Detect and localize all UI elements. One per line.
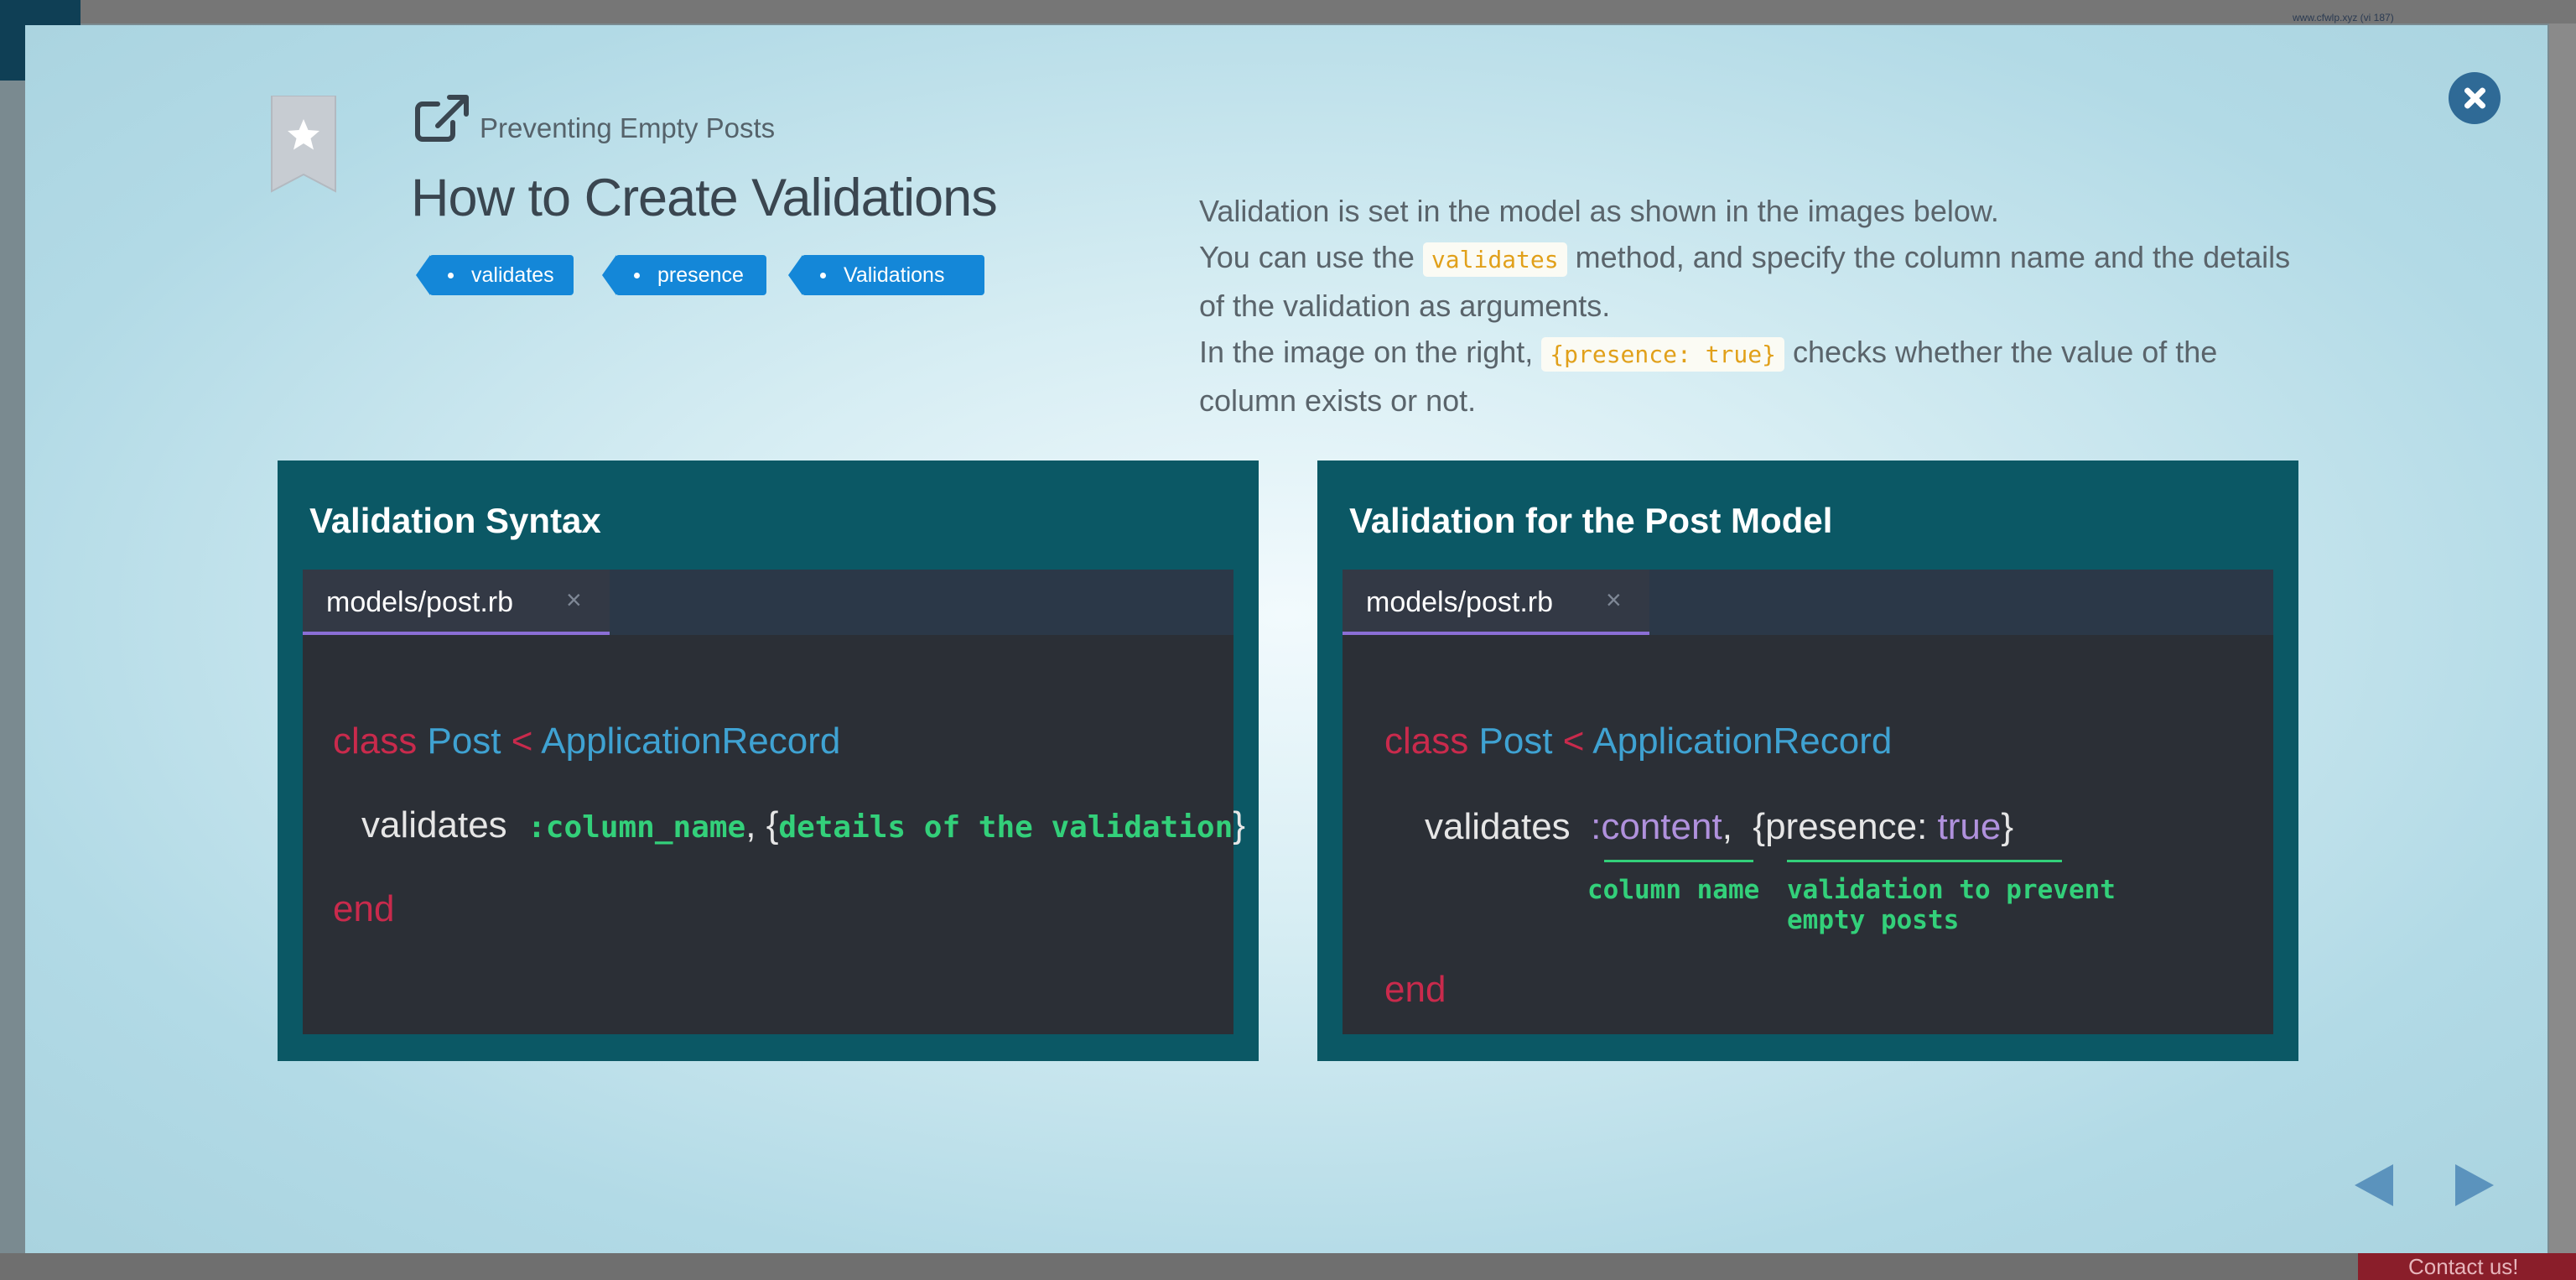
- code-line-end: end: [1384, 969, 1446, 1011]
- code-brace: {: [766, 804, 779, 846]
- code-parent-class: ApplicationRecord: [541, 721, 841, 762]
- code-arg-details: details of the validation: [778, 810, 1233, 845]
- note-validation-line-1: validation to prevent: [1787, 875, 2116, 905]
- code-brace: }: [1233, 804, 1245, 846]
- code-editor: models/post.rb × class Post < Applicatio…: [303, 570, 1245, 1034]
- code-line-validates: validates :column_name, {details of the …: [361, 804, 1245, 846]
- code-class-name: Post: [1478, 721, 1553, 762]
- code-comma: ,: [745, 804, 756, 846]
- code-line-class: class Post < ApplicationRecord: [1384, 721, 1892, 762]
- code-line-end: end: [333, 888, 394, 930]
- panel-title: Validation for the Post Model: [1349, 501, 1833, 540]
- code-line-class: class Post < ApplicationRecord: [333, 721, 840, 762]
- slide-title: How to Create Validations: [411, 169, 998, 227]
- bookmark-star-icon[interactable]: [268, 96, 339, 193]
- close-icon[interactable]: [2449, 72, 2501, 124]
- inline-code-presence-true: {presence: true}: [1541, 337, 1784, 372]
- description-text: You can use the: [1199, 240, 1423, 274]
- code-hash-close: }: [2001, 806, 2014, 847]
- panel-title: Validation Syntax: [309, 501, 601, 540]
- editor-tabbar: models/post.rb ×: [1343, 570, 2273, 635]
- panel-validation-syntax: Validation Syntax models/post.rb × class…: [278, 460, 1259, 1061]
- inline-code-validates: validates: [1422, 242, 1567, 277]
- underline-column-name: [1604, 860, 1753, 862]
- code-keyword: end: [333, 888, 395, 929]
- code-hash-open: {presence:: [1753, 806, 1938, 847]
- description-line-3: In the image on the right, {presence: tr…: [1199, 329, 2323, 424]
- description-line-2: You can use the validates method, and sp…: [1199, 234, 2323, 329]
- tab-close-icon: ×: [1606, 585, 1622, 615]
- contact-us-button[interactable]: Contact us!: [2358, 1253, 2576, 1280]
- code-keyword: end: [1384, 969, 1446, 1010]
- editor-tab: models/post.rb ×: [303, 570, 610, 635]
- code-line-validates: validates :content, {presence: true}: [1425, 806, 2013, 848]
- description-line-1: Validation is set in the model as shown …: [1199, 194, 1999, 228]
- code-symbol-content: :content: [1591, 806, 1722, 847]
- description-text: In the image on the right,: [1199, 335, 1542, 369]
- tab-close-icon: ×: [566, 585, 582, 615]
- code-keyword: class: [333, 721, 418, 762]
- background-footer: Contact us!: [0, 1253, 2576, 1280]
- triangle-right-icon[interactable]: [2454, 1163, 2496, 1208]
- code-class-name: Post: [427, 721, 501, 762]
- code-value-true: true: [1937, 806, 2002, 847]
- slide-modal: Preventing Empty Posts How to Create Val…: [25, 25, 2547, 1253]
- code-editor: models/post.rb × class Post < Applicatio…: [1343, 570, 2273, 1034]
- underline-validation: [1787, 860, 2062, 862]
- editor-tab: models/post.rb ×: [1343, 570, 1649, 635]
- note-column-name: column name: [1587, 875, 1760, 905]
- code-operator: <: [1562, 721, 1585, 762]
- tab-filename: models/post.rb: [326, 586, 513, 618]
- code-operator: <: [511, 721, 533, 762]
- code-method: validates: [361, 804, 507, 846]
- external-link-icon[interactable]: [413, 92, 471, 144]
- code-comma: ,: [1722, 806, 1732, 847]
- background-url-text: www.cfwlp.xyz (vi 187): [2293, 12, 2394, 23]
- panel-post-model-validation: Validation for the Post Model models/pos…: [1317, 460, 2298, 1061]
- tag-validates[interactable]: validates: [416, 255, 574, 295]
- tag-validations[interactable]: Validations: [788, 255, 984, 295]
- triangle-left-icon[interactable]: [2353, 1163, 2395, 1208]
- background-header: www.cfwlp.xyz (vi 187): [0, 0, 2576, 81]
- tab-filename: models/post.rb: [1366, 586, 1553, 618]
- slide-description: Validation is set in the model as shown …: [1199, 188, 2323, 424]
- code-keyword: class: [1384, 721, 1469, 762]
- tag-presence[interactable]: presence: [602, 255, 766, 295]
- note-validation-line-2: empty posts: [1787, 905, 1960, 935]
- code-parent-class: ApplicationRecord: [1592, 721, 1893, 762]
- code-arg-column-name: :column_name: [527, 810, 746, 845]
- code-method: validates: [1425, 806, 1571, 847]
- background-scrollbar: [2549, 23, 2576, 1253]
- editor-tabbar: models/post.rb ×: [303, 570, 1233, 635]
- lesson-subtitle: Preventing Empty Posts: [480, 112, 776, 143]
